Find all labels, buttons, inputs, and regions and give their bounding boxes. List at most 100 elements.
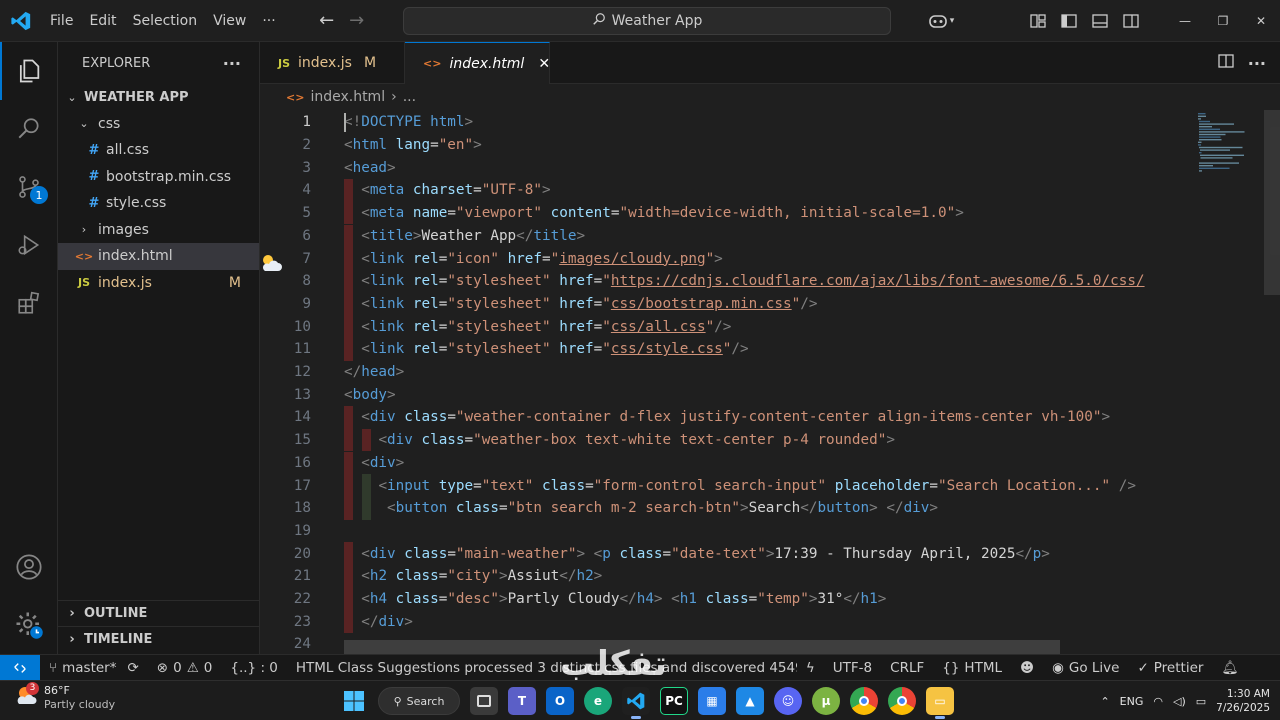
- code-line[interactable]: 6 <title>Weather App</title>: [260, 224, 1190, 248]
- tree-file-bootstrap-css[interactable]: # bootstrap.min.css: [58, 164, 259, 191]
- code-line[interactable]: 2 <html lang="en">: [260, 134, 1190, 157]
- file-explorer-icon[interactable]: ▭: [926, 687, 954, 719]
- vertical-scrollbar[interactable]: [1264, 110, 1280, 654]
- extensions-icon[interactable]: [0, 274, 58, 332]
- workspace-root[interactable]: ⌄ WEATHER APP: [58, 84, 259, 111]
- code-line[interactable]: 5 <meta name="viewport" content="width=d…: [260, 201, 1190, 225]
- status-eol[interactable]: CRLF: [881, 655, 933, 681]
- language-indicator[interactable]: ENG: [1120, 695, 1144, 708]
- close-tab-icon[interactable]: ✕: [538, 56, 550, 72]
- weather-widget[interactable]: 3 86°F Partly cloudy: [14, 682, 115, 712]
- tree-file-style-css[interactable]: # style.css: [58, 190, 259, 217]
- teams-icon[interactable]: T: [508, 687, 536, 715]
- menu-file[interactable]: File: [42, 0, 81, 42]
- chevron-up-icon[interactable]: ⌃: [1100, 695, 1109, 708]
- code-line[interactable]: 7 <link rel="icon" href="images/cloudy.p…: [260, 247, 1190, 270]
- discord-icon[interactable]: ☺: [774, 687, 802, 715]
- code-line[interactable]: 12 </head>: [260, 361, 1190, 384]
- outline-section[interactable]: › OUTLINE: [58, 600, 260, 626]
- code-line[interactable]: 14 <div class="weather-container d-flex …: [260, 406, 1190, 429]
- breadcrumb-file[interactable]: index.html: [310, 89, 385, 105]
- status-encoding[interactable]: UTF-8: [824, 655, 881, 681]
- code-line[interactable]: 23 </div>: [260, 610, 1190, 634]
- copilot-icon[interactable]: ▾: [920, 0, 962, 42]
- search-view-icon[interactable]: [0, 100, 58, 158]
- code-line[interactable]: 8 <link rel="stylesheet" href="https://c…: [260, 269, 1190, 293]
- minimize-icon[interactable]: —: [1166, 0, 1204, 42]
- volume-icon[interactable]: ◁): [1173, 695, 1186, 708]
- manage-gear-icon[interactable]: [0, 596, 58, 654]
- tree-file-all-css[interactable]: # all.css: [58, 137, 259, 164]
- windows-start-icon[interactable]: [340, 687, 368, 715]
- tree-file-index-html[interactable]: <> index.html: [58, 243, 259, 270]
- minimap[interactable]: [1194, 110, 1264, 190]
- explorer-more-button[interactable]: ···: [223, 54, 241, 73]
- code-line[interactable]: 1 <!DOCTYPE html>: [260, 111, 1190, 134]
- command-center-search[interactable]: Weather App: [403, 7, 891, 35]
- forward-arrow-icon[interactable]: →: [342, 10, 372, 31]
- status-go-live[interactable]: ◉ Go Live: [1043, 655, 1128, 681]
- status-problems[interactable]: ⊗ 0 ⚠ 0: [148, 655, 222, 681]
- breadcrumb-rest[interactable]: ...: [403, 89, 416, 105]
- store-icon[interactable]: ▦: [698, 687, 726, 715]
- code-line[interactable]: 3 <head>: [260, 156, 1190, 179]
- source-control-icon[interactable]: 1: [0, 158, 58, 216]
- code-line[interactable]: 20 <div class="main-weather"> <p class="…: [260, 542, 1190, 565]
- accounts-icon[interactable]: [0, 538, 58, 596]
- toggle-sidebar-icon[interactable]: [1053, 0, 1084, 42]
- notifications-bell-icon[interactable]: 🔔︎: [1212, 655, 1247, 681]
- code-line[interactable]: 15 <div class="weather-box text-white te…: [260, 428, 1190, 452]
- status-braces[interactable]: {..} : 0: [221, 655, 286, 681]
- close-window-icon[interactable]: ✕: [1242, 0, 1280, 42]
- status-branch[interactable]: ⑂ master* ⟳: [40, 655, 148, 681]
- status-prettier[interactable]: ✓ Prettier: [1128, 655, 1212, 681]
- customize-layout-icon[interactable]: [1022, 0, 1053, 42]
- photos-icon[interactable]: ▲: [736, 687, 764, 715]
- code-line[interactable]: 17 <input type="text" class="form-contro…: [260, 474, 1190, 497]
- code-editor[interactable]: 1 <!DOCTYPE html> 2 <html lang="en"> 3 <head>…: [260, 110, 1280, 654]
- outlook-icon[interactable]: O: [546, 687, 574, 715]
- copilot-status-icon[interactable]: ☻: [1011, 655, 1043, 681]
- editor-more-icon[interactable]: ···: [1248, 54, 1266, 73]
- tree-folder-images[interactable]: › images: [58, 217, 259, 244]
- tab-index-html[interactable]: <> index.html ✕: [405, 42, 550, 84]
- code-line[interactable]: 4 <meta charset="UTF-8">: [260, 179, 1190, 202]
- code-line[interactable]: 10 <link rel="stylesheet" href="css/all.…: [260, 315, 1190, 338]
- toggle-secondary-sidebar-icon[interactable]: [1115, 0, 1146, 42]
- timeline-section[interactable]: › TIMELINE: [58, 626, 260, 652]
- code-line[interactable]: 16 <div>: [260, 451, 1190, 475]
- code-line[interactable]: 18 <button class="btn search m-2 search-…: [260, 496, 1190, 520]
- vertical-scroll-thumb[interactable]: [1264, 110, 1280, 295]
- tab-index-js[interactable]: JS index.js M: [260, 42, 405, 84]
- code-line[interactable]: 19: [260, 520, 1190, 543]
- status-language[interactable]: {} HTML: [933, 655, 1011, 681]
- menu-more[interactable]: ···: [254, 0, 283, 42]
- menu-view[interactable]: View: [205, 0, 254, 42]
- menu-selection[interactable]: Selection: [125, 0, 206, 42]
- tree-file-index-js[interactable]: JS index.js M: [58, 270, 259, 297]
- clock[interactable]: 1:30 AM 7/26/2025: [1216, 687, 1270, 715]
- code-line[interactable]: 24: [260, 633, 1190, 654]
- battery-icon[interactable]: ▭: [1196, 695, 1206, 708]
- task-view-icon[interactable]: [470, 687, 498, 715]
- chrome-profile-icon[interactable]: [888, 687, 916, 715]
- wifi-icon[interactable]: ◠: [1153, 695, 1163, 708]
- back-arrow-icon[interactable]: ←: [312, 10, 342, 31]
- code-line[interactable]: 22 <h4 class="desc">Partly Cloudy</h4> <…: [260, 587, 1190, 611]
- lightning-icon[interactable]: ϟ: [797, 655, 824, 681]
- code-line[interactable]: 13 <body>: [260, 383, 1190, 406]
- toggle-panel-icon[interactable]: [1084, 0, 1115, 42]
- edge-icon[interactable]: e: [584, 687, 612, 715]
- tree-folder-css[interactable]: ⌄ css: [58, 111, 259, 138]
- taskbar-search[interactable]: ⚲ Search: [378, 687, 460, 715]
- code-line[interactable]: 11 <link rel="stylesheet" href="css/styl…: [260, 338, 1190, 361]
- restore-icon[interactable]: ❐: [1204, 0, 1242, 42]
- run-debug-icon[interactable]: [0, 216, 58, 274]
- split-editor-icon[interactable]: [1218, 53, 1234, 73]
- pycharm-icon[interactable]: PC: [660, 687, 688, 715]
- code-line[interactable]: 21 <h2 class="city">Assiut</h2>: [260, 565, 1190, 588]
- remote-icon[interactable]: [0, 654, 40, 681]
- vscode-taskbar-icon[interactable]: [622, 687, 650, 719]
- utorrent-icon[interactable]: μ: [812, 687, 840, 715]
- menu-edit[interactable]: Edit: [81, 0, 124, 42]
